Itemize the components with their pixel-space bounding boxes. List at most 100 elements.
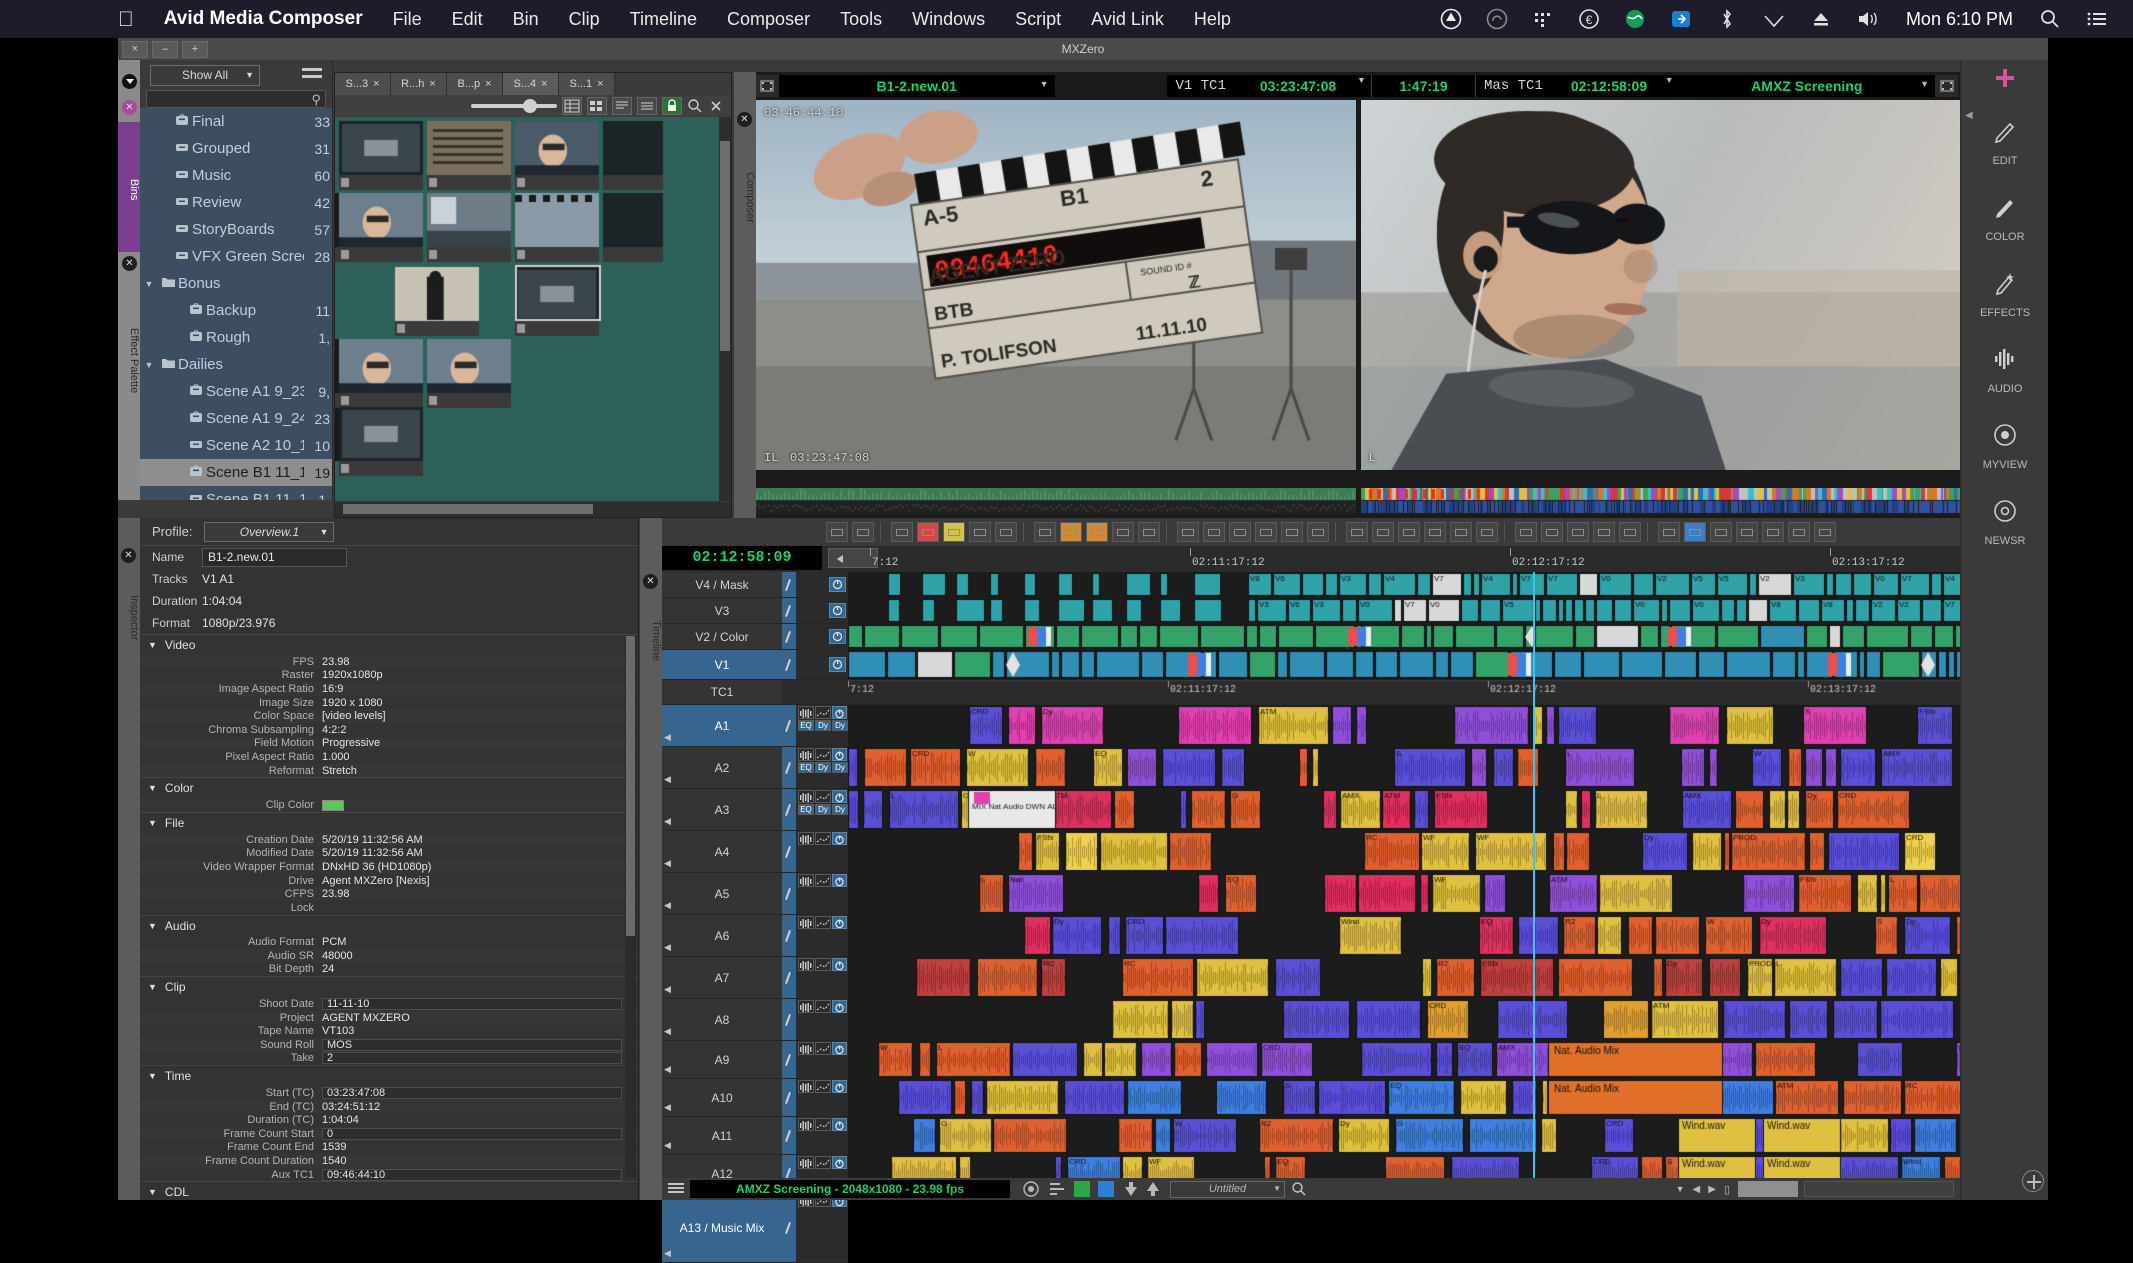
bin-tab[interactable]: R...h × [391, 73, 447, 95]
inspector-section-header[interactable]: ▼ Clip [140, 976, 638, 997]
inspector-tab-label[interactable]: Inspector [118, 570, 140, 662]
bin-close-icon[interactable] [709, 99, 723, 113]
track-monitor-toggle[interactable] [829, 657, 846, 672]
track-control-group[interactable] [782, 1041, 848, 1079]
timeline-track-a9[interactable]: A9 ◀ [662, 1041, 782, 1079]
solo-icon[interactable]: ◀ [664, 858, 671, 869]
creative-cloud-icon[interactable] [1486, 8, 1508, 30]
waveform-icon[interactable] [798, 916, 814, 929]
timeline-track-a2[interactable]: A2 ◀ [662, 747, 782, 789]
solo-icon[interactable]: ◀ [664, 1140, 671, 1151]
track-monitor-toggle[interactable] [829, 603, 846, 618]
bin-list-item[interactable]: VFX Green Screens 28 [140, 243, 332, 270]
twisty-icon[interactable]: ▼ [148, 783, 157, 793]
close-bins-tab-icon[interactable]: ✕ [122, 100, 137, 115]
bin-list-item[interactable]: StoryBoards 57 [140, 216, 332, 243]
waveform-icon[interactable] [798, 1118, 814, 1131]
inspector-section-header[interactable]: ▼ CDL [140, 1181, 638, 1200]
record-sequence-name[interactable]: AMXZ Screening ▼ [1678, 75, 1936, 97]
toolbar-marker-yellow-icon[interactable] [943, 522, 965, 542]
waveform-icon[interactable] [798, 958, 814, 971]
inspector-body[interactable]: Profile: Overview.1 ▼ Name B1-2.new.01 Tracks… [140, 518, 638, 1200]
track-record-toggle[interactable] [782, 831, 796, 872]
track-power-toggle[interactable] [832, 1000, 847, 1013]
toolbar-lift-icon[interactable] [1138, 522, 1160, 542]
bluetooth-icon[interactable] [1716, 8, 1738, 30]
track-control-group[interactable] [782, 957, 848, 999]
clip-color-swatch[interactable] [322, 799, 344, 811]
globe-icon[interactable] [1624, 8, 1646, 30]
frame-view-icon[interactable] [587, 97, 607, 115]
track-control-group[interactable] [782, 680, 848, 705]
automation-icon[interactable] [815, 1000, 831, 1013]
film-icon[interactable] [1935, 75, 1958, 97]
source-position-bar[interactable] [756, 488, 1356, 514]
track-power-toggle[interactable] [832, 832, 847, 845]
sidebar-item-bins[interactable]: Bins [118, 122, 140, 252]
network-icon[interactable] [1532, 8, 1554, 30]
track-power-toggle[interactable] [832, 1080, 847, 1093]
twisty-icon[interactable]: ▼ [148, 818, 157, 828]
bin-vertical-scrollbar[interactable] [719, 117, 731, 501]
track-control-group[interactable] [782, 572, 848, 598]
timeline-track-a8[interactable]: A8 ◀ [662, 999, 782, 1041]
toolbar-link-icon[interactable] [1710, 522, 1732, 542]
track-control-group[interactable]: EQ Dy Dy [782, 705, 848, 747]
v1-timecode-display[interactable]: V1 TC1 03:23:47:08 ▼ [1167, 75, 1371, 97]
track-power-toggle[interactable] [832, 1042, 847, 1055]
inspector-scrollbar[interactable] [625, 636, 636, 1178]
chevron-down-icon[interactable]: ▼ [1676, 1184, 1685, 1194]
up-arrow-icon[interactable] [1146, 1180, 1160, 1198]
track-monitor-toggle[interactable] [829, 577, 846, 592]
track-control-group[interactable] [782, 650, 848, 680]
inspector-section-header[interactable]: ▼ Time [140, 1065, 638, 1086]
bin-list-item[interactable]: Scene A1 9_24 23 [140, 405, 332, 432]
toolbar-blank2-icon[interactable] [852, 522, 874, 542]
track-monitor-toggle[interactable] [829, 629, 846, 644]
search-icon[interactable] [1291, 1181, 1307, 1197]
timeline-track-a4[interactable]: A4 ◀ [662, 831, 782, 873]
solo-icon[interactable]: ◀ [664, 774, 671, 785]
track-power-toggle[interactable] [832, 748, 847, 761]
automation-icon[interactable] [815, 706, 831, 719]
project-menu-icon[interactable] [302, 68, 322, 82]
waveform-icon[interactable] [798, 1000, 814, 1013]
bin-frame-view[interactable] [335, 117, 731, 501]
waveform-icon[interactable] [798, 748, 814, 761]
euro-icon[interactable]: € [1578, 8, 1600, 30]
waveform-icon[interactable] [798, 832, 814, 845]
timeline-clip-area[interactable] [848, 572, 1960, 1178]
solo-icon[interactable]: ◀ [664, 816, 671, 827]
solo-icon[interactable]: ◀ [664, 1248, 671, 1259]
timeline-track-controls[interactable]: EQ Dy Dy EQ Dy Dy EQ Dy Dy [782, 572, 848, 1263]
track-control-group[interactable]: EQ Dy Dy [782, 747, 848, 789]
solo-icon[interactable]: ◀ [664, 732, 671, 743]
track-record-toggle[interactable] [782, 915, 796, 956]
menu-item-avid-link[interactable]: Avid Link [1091, 9, 1164, 30]
track-record-toggle[interactable] [782, 789, 796, 830]
close-composer-icon[interactable]: ✕ [737, 112, 752, 127]
volume-icon[interactable] [1856, 8, 1882, 30]
menu-item-script[interactable]: Script [1015, 9, 1061, 30]
timeline-canvas[interactable] [848, 572, 1960, 1178]
workspace-rail-items[interactable]: EDIT COLOR EFFECTS AUDIO MYVIEW NEWSR [1961, 104, 2049, 560]
record-position-bar[interactable] [1360, 488, 1960, 514]
timeline-playhead[interactable] [1533, 572, 1535, 1178]
toolbar-add-edit-icon[interactable] [1229, 522, 1251, 542]
track-control-group[interactable] [782, 999, 848, 1041]
timeline-track-a7[interactable]: A7 ◀ [662, 957, 782, 999]
scrollbar-thumb[interactable] [626, 636, 635, 936]
toolbar-splice-icon[interactable] [1086, 522, 1108, 542]
toolbar-effect-mode-icon[interactable] [1255, 522, 1277, 542]
bin-tab[interactable]: S...1 × [559, 73, 615, 95]
bin-search-input[interactable]: ⚲ [146, 90, 326, 108]
solo-icon[interactable]: ◀ [664, 942, 671, 953]
toolbar-zoom-in-icon[interactable] [1762, 522, 1784, 542]
toolbar-audio-mix-icon[interactable] [1346, 522, 1368, 542]
timeline-track-v3[interactable]: V3 [662, 598, 782, 624]
timeline-track-a6[interactable]: A6 ◀ [662, 915, 782, 957]
master-timecode-display[interactable]: Mas TC1 02:12:58:09 ▼ [1475, 75, 1679, 97]
bin-search-icon[interactable] [687, 98, 703, 114]
toolbar-mark-out-icon[interactable] [995, 522, 1017, 542]
duration-display[interactable]: 1:47:19 [1370, 75, 1476, 97]
